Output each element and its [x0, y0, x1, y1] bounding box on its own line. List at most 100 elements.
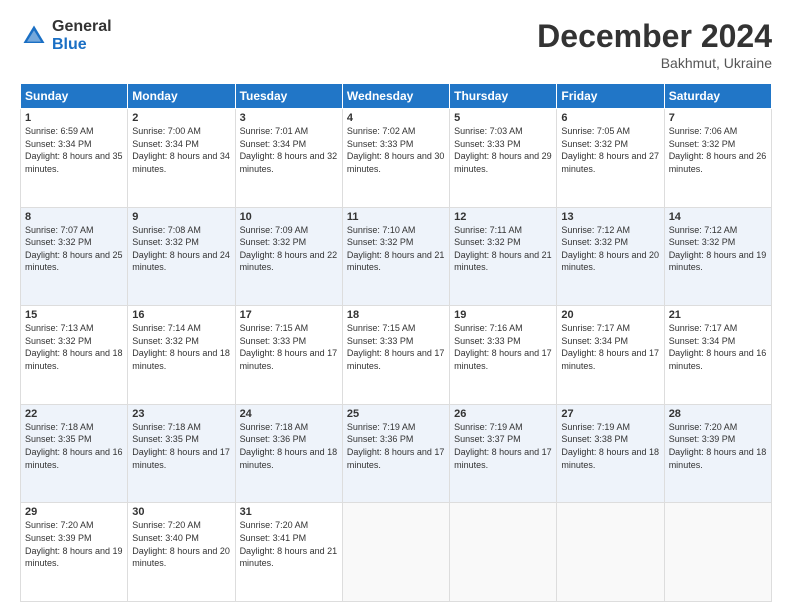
week-row-4: 22 Sunrise: 7:18 AMSunset: 3:35 PMDaylig…: [21, 404, 772, 503]
day-number: 9: [132, 211, 230, 223]
col-header-wednesday: Wednesday: [342, 84, 449, 109]
calendar-cell: 6 Sunrise: 7:05 AMSunset: 3:32 PMDayligh…: [557, 109, 664, 208]
day-number: 31: [240, 506, 338, 518]
day-number: 24: [240, 408, 338, 420]
day-number: 26: [454, 408, 552, 420]
calendar-cell: [664, 503, 771, 602]
calendar-cell: 5 Sunrise: 7:03 AMSunset: 3:33 PMDayligh…: [450, 109, 557, 208]
col-header-thursday: Thursday: [450, 84, 557, 109]
day-info: Sunrise: 7:10 AMSunset: 3:32 PMDaylight:…: [347, 224, 445, 274]
day-number: 21: [669, 309, 767, 321]
day-number: 29: [25, 506, 123, 518]
col-header-monday: Monday: [128, 84, 235, 109]
calendar-cell: 23 Sunrise: 7:18 AMSunset: 3:35 PMDaylig…: [128, 404, 235, 503]
day-info: Sunrise: 6:59 AMSunset: 3:34 PMDaylight:…: [25, 125, 123, 175]
day-number: 14: [669, 211, 767, 223]
day-info: Sunrise: 7:20 AMSunset: 3:40 PMDaylight:…: [132, 519, 230, 569]
day-info: Sunrise: 7:14 AMSunset: 3:32 PMDaylight:…: [132, 322, 230, 372]
calendar-cell: 2 Sunrise: 7:00 AMSunset: 3:34 PMDayligh…: [128, 109, 235, 208]
day-info: Sunrise: 7:20 AMSunset: 3:41 PMDaylight:…: [240, 519, 338, 569]
day-number: 1: [25, 112, 123, 124]
day-info: Sunrise: 7:19 AMSunset: 3:38 PMDaylight:…: [561, 421, 659, 471]
week-row-3: 15 Sunrise: 7:13 AMSunset: 3:32 PMDaylig…: [21, 306, 772, 405]
calendar-cell: 1 Sunrise: 6:59 AMSunset: 3:34 PMDayligh…: [21, 109, 128, 208]
calendar-cell: 9 Sunrise: 7:08 AMSunset: 3:32 PMDayligh…: [128, 207, 235, 306]
day-info: Sunrise: 7:17 AMSunset: 3:34 PMDaylight:…: [669, 322, 767, 372]
day-number: 16: [132, 309, 230, 321]
calendar-cell: 28 Sunrise: 7:20 AMSunset: 3:39 PMDaylig…: [664, 404, 771, 503]
calendar-cell: 15 Sunrise: 7:13 AMSunset: 3:32 PMDaylig…: [21, 306, 128, 405]
day-info: Sunrise: 7:01 AMSunset: 3:34 PMDaylight:…: [240, 125, 338, 175]
col-header-friday: Friday: [557, 84, 664, 109]
day-info: Sunrise: 7:19 AMSunset: 3:36 PMDaylight:…: [347, 421, 445, 471]
month-title: December 2024: [537, 18, 772, 55]
day-info: Sunrise: 7:05 AMSunset: 3:32 PMDaylight:…: [561, 125, 659, 175]
title-block: December 2024 Bakhmut, Ukraine: [537, 18, 772, 71]
calendar-cell: 12 Sunrise: 7:11 AMSunset: 3:32 PMDaylig…: [450, 207, 557, 306]
day-number: 28: [669, 408, 767, 420]
day-info: Sunrise: 7:12 AMSunset: 3:32 PMDaylight:…: [669, 224, 767, 274]
calendar-cell: 3 Sunrise: 7:01 AMSunset: 3:34 PMDayligh…: [235, 109, 342, 208]
calendar-cell: 27 Sunrise: 7:19 AMSunset: 3:38 PMDaylig…: [557, 404, 664, 503]
day-number: 2: [132, 112, 230, 124]
calendar-cell: [342, 503, 449, 602]
day-info: Sunrise: 7:20 AMSunset: 3:39 PMDaylight:…: [669, 421, 767, 471]
day-info: Sunrise: 7:03 AMSunset: 3:33 PMDaylight:…: [454, 125, 552, 175]
calendar-cell: 19 Sunrise: 7:16 AMSunset: 3:33 PMDaylig…: [450, 306, 557, 405]
day-info: Sunrise: 7:19 AMSunset: 3:37 PMDaylight:…: [454, 421, 552, 471]
day-info: Sunrise: 7:02 AMSunset: 3:33 PMDaylight:…: [347, 125, 445, 175]
day-number: 20: [561, 309, 659, 321]
calendar-cell: 8 Sunrise: 7:07 AMSunset: 3:32 PMDayligh…: [21, 207, 128, 306]
day-info: Sunrise: 7:09 AMSunset: 3:32 PMDaylight:…: [240, 224, 338, 274]
calendar-cell: 25 Sunrise: 7:19 AMSunset: 3:36 PMDaylig…: [342, 404, 449, 503]
day-info: Sunrise: 7:18 AMSunset: 3:35 PMDaylight:…: [25, 421, 123, 471]
logo-icon: [20, 22, 48, 50]
calendar-cell: 30 Sunrise: 7:20 AMSunset: 3:40 PMDaylig…: [128, 503, 235, 602]
calendar-cell: 29 Sunrise: 7:20 AMSunset: 3:39 PMDaylig…: [21, 503, 128, 602]
day-info: Sunrise: 7:12 AMSunset: 3:32 PMDaylight:…: [561, 224, 659, 274]
day-number: 27: [561, 408, 659, 420]
day-info: Sunrise: 7:18 AMSunset: 3:36 PMDaylight:…: [240, 421, 338, 471]
logo-text: General Blue: [52, 18, 112, 53]
day-info: Sunrise: 7:15 AMSunset: 3:33 PMDaylight:…: [347, 322, 445, 372]
day-number: 13: [561, 211, 659, 223]
day-info: Sunrise: 7:11 AMSunset: 3:32 PMDaylight:…: [454, 224, 552, 274]
logo-blue-text: Blue: [52, 36, 112, 54]
calendar-cell: 14 Sunrise: 7:12 AMSunset: 3:32 PMDaylig…: [664, 207, 771, 306]
logo: General Blue: [20, 18, 112, 53]
day-info: Sunrise: 7:08 AMSunset: 3:32 PMDaylight:…: [132, 224, 230, 274]
day-number: 5: [454, 112, 552, 124]
day-number: 6: [561, 112, 659, 124]
calendar-cell: 26 Sunrise: 7:19 AMSunset: 3:37 PMDaylig…: [450, 404, 557, 503]
day-number: 30: [132, 506, 230, 518]
calendar-cell: 4 Sunrise: 7:02 AMSunset: 3:33 PMDayligh…: [342, 109, 449, 208]
header: General Blue December 2024 Bakhmut, Ukra…: [20, 18, 772, 71]
calendar-cell: 18 Sunrise: 7:15 AMSunset: 3:33 PMDaylig…: [342, 306, 449, 405]
calendar-cell: 17 Sunrise: 7:15 AMSunset: 3:33 PMDaylig…: [235, 306, 342, 405]
location: Bakhmut, Ukraine: [537, 55, 772, 71]
calendar-cell: [557, 503, 664, 602]
day-info: Sunrise: 7:06 AMSunset: 3:32 PMDaylight:…: [669, 125, 767, 175]
day-info: Sunrise: 7:18 AMSunset: 3:35 PMDaylight:…: [132, 421, 230, 471]
calendar-table: SundayMondayTuesdayWednesdayThursdayFrid…: [20, 83, 772, 602]
day-number: 10: [240, 211, 338, 223]
calendar-cell: 21 Sunrise: 7:17 AMSunset: 3:34 PMDaylig…: [664, 306, 771, 405]
calendar-cell: [450, 503, 557, 602]
day-info: Sunrise: 7:13 AMSunset: 3:32 PMDaylight:…: [25, 322, 123, 372]
page: General Blue December 2024 Bakhmut, Ukra…: [0, 0, 792, 612]
calendar-cell: 20 Sunrise: 7:17 AMSunset: 3:34 PMDaylig…: [557, 306, 664, 405]
day-number: 8: [25, 211, 123, 223]
day-info: Sunrise: 7:07 AMSunset: 3:32 PMDaylight:…: [25, 224, 123, 274]
day-number: 23: [132, 408, 230, 420]
calendar-cell: 16 Sunrise: 7:14 AMSunset: 3:32 PMDaylig…: [128, 306, 235, 405]
day-info: Sunrise: 7:16 AMSunset: 3:33 PMDaylight:…: [454, 322, 552, 372]
day-number: 22: [25, 408, 123, 420]
day-number: 7: [669, 112, 767, 124]
col-header-sunday: Sunday: [21, 84, 128, 109]
logo-general-text: General: [52, 18, 112, 36]
day-number: 15: [25, 309, 123, 321]
calendar-cell: 13 Sunrise: 7:12 AMSunset: 3:32 PMDaylig…: [557, 207, 664, 306]
calendar-cell: 7 Sunrise: 7:06 AMSunset: 3:32 PMDayligh…: [664, 109, 771, 208]
calendar-cell: 11 Sunrise: 7:10 AMSunset: 3:32 PMDaylig…: [342, 207, 449, 306]
day-info: Sunrise: 7:20 AMSunset: 3:39 PMDaylight:…: [25, 519, 123, 569]
